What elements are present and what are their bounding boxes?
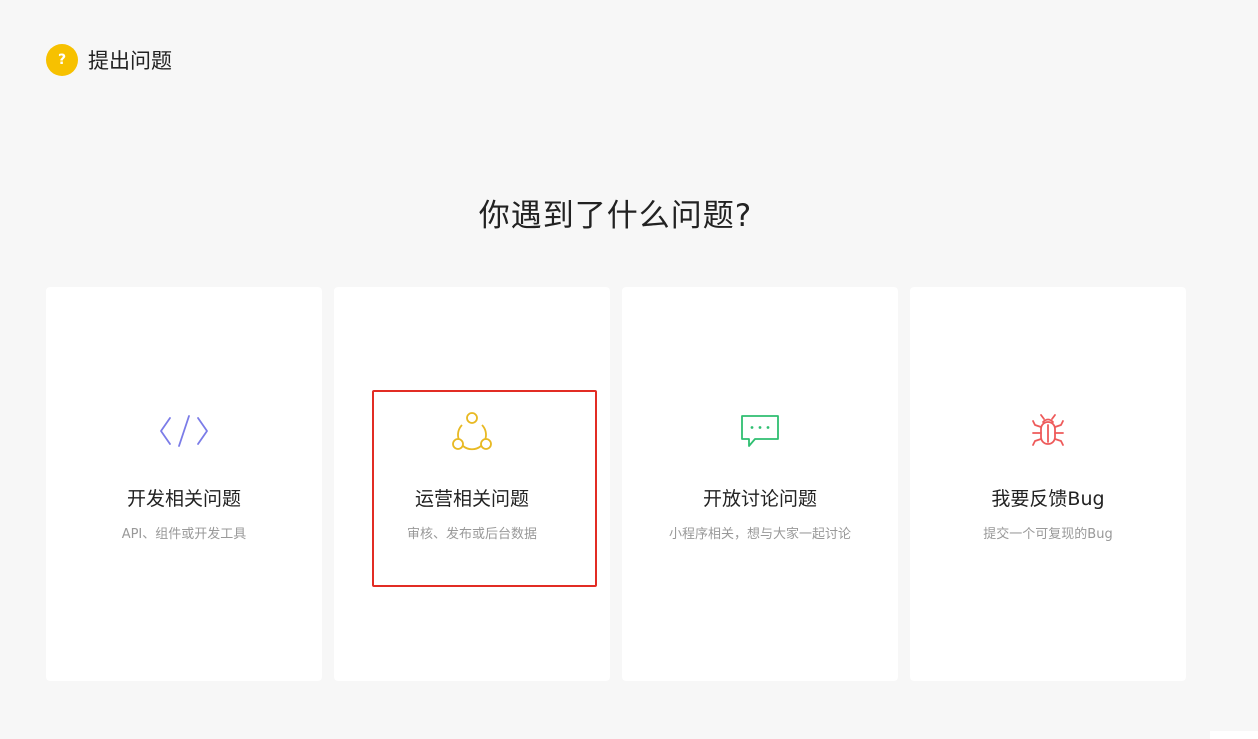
corner-patch [1210,731,1258,739]
highlight-box [372,390,597,587]
category-card-development[interactable]: 开发相关问题 API、组件或开发工具 [46,287,322,681]
card-description: 小程序相关，想与大家一起讨论 [668,527,851,542]
bug-icon [910,409,1186,453]
card-description: 提交一个可复现的Bug [983,527,1113,542]
category-card-discussion[interactable]: 开放讨论问题 小程序相关，想与大家一起讨论 [622,287,898,681]
card-description: API、组件或开发工具 [121,527,247,542]
chat-bubble-icon [622,409,898,453]
question-badge-icon: ? [46,44,78,76]
page-title: 提出问题 [88,49,172,73]
category-card-operations[interactable]: 运营相关问题 审核、发布或后台数据 [334,287,610,681]
main-question-heading: 你遇到了什么问题? [478,198,753,234]
page: ? 提出问题 你遇到了什么问题? 开发相关问题 API、组件或开发工具 运营相关… [0,0,1258,739]
card-title: 开发相关问题 [126,488,241,510]
card-title: 开放讨论问题 [702,488,817,510]
card-title: 我要反馈Bug [991,488,1105,510]
page-header: ? 提出问题 [46,44,172,76]
code-icon [46,409,322,453]
question-category-list: 开发相关问题 API、组件或开发工具 运营相关问题 审核、发布或后台数据 开放讨… [46,287,1186,681]
category-card-bug-report[interactable]: 我要反馈Bug 提交一个可复现的Bug [910,287,1186,681]
